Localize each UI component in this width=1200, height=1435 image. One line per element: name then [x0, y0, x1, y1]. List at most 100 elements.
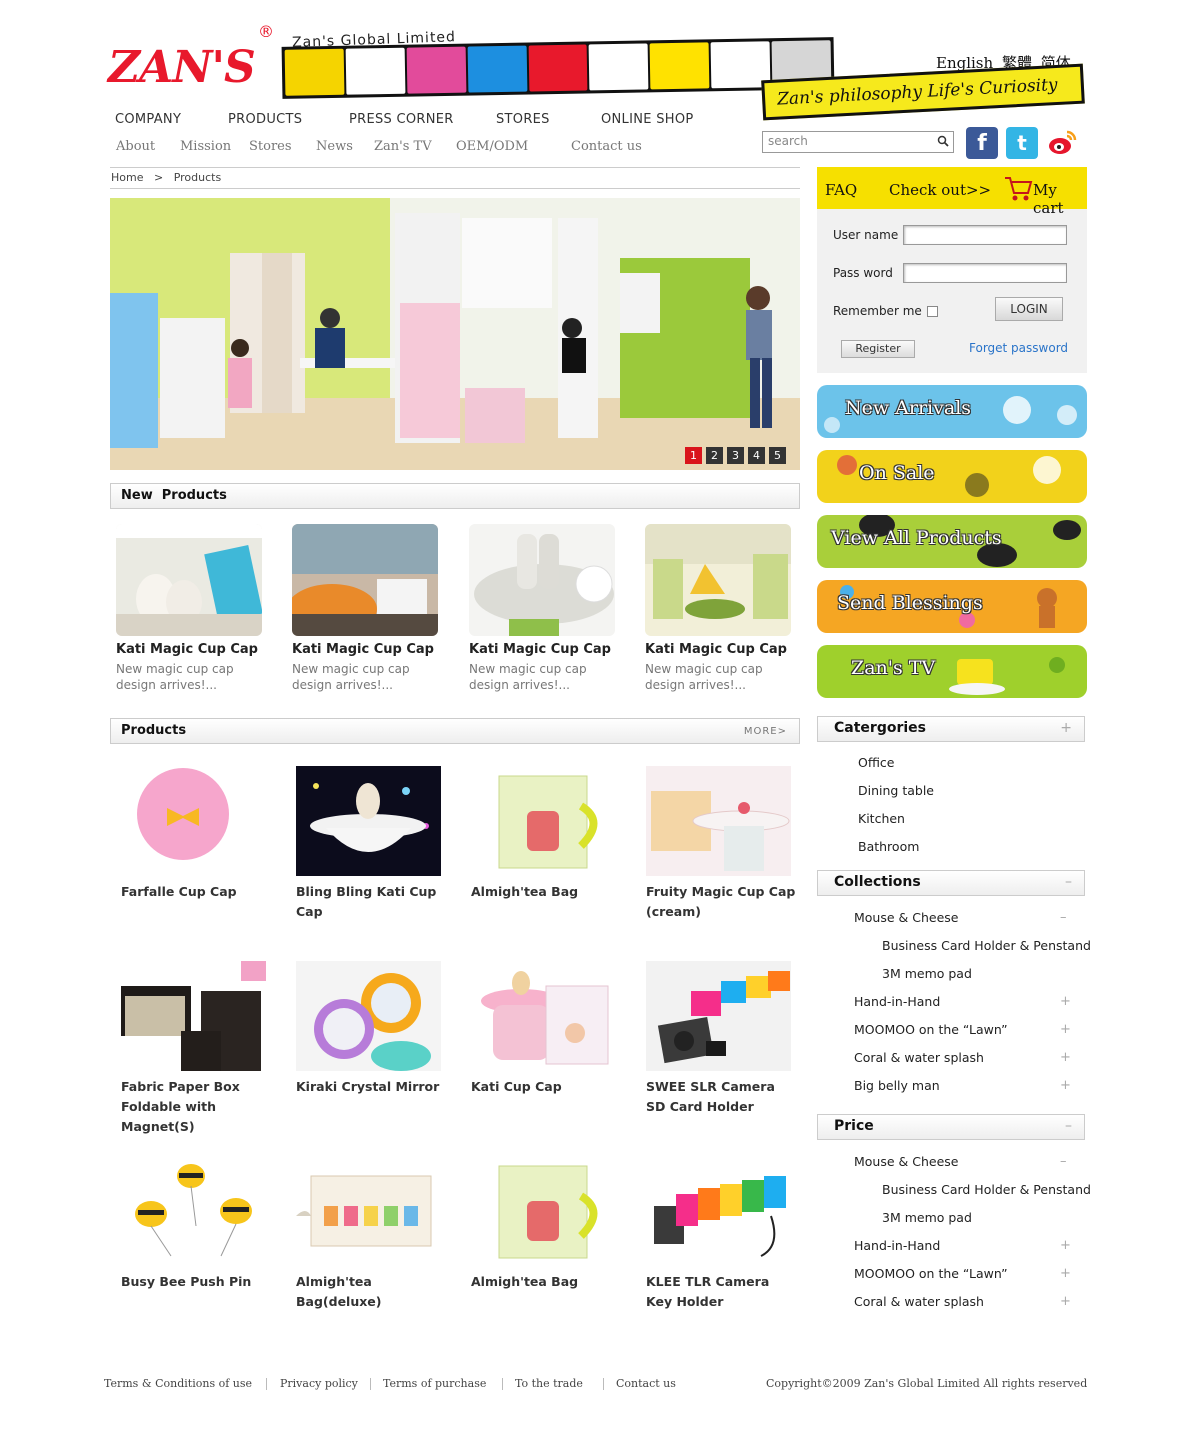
footer-contact-link[interactable]: Contact us — [616, 1377, 676, 1390]
product-card[interactable]: Kati Cup Cap — [471, 961, 621, 1097]
expand-icon[interactable]: + — [1060, 1022, 1071, 1037]
product-image[interactable] — [121, 766, 266, 876]
collection-item[interactable]: Big belly man — [854, 1078, 940, 1093]
username-field[interactable] — [903, 225, 1067, 245]
subnav-news[interactable]: News — [316, 139, 353, 154]
product-image[interactable] — [296, 961, 441, 1071]
product-title[interactable]: Almigh'tea Bag — [471, 1272, 621, 1292]
product-card[interactable]: SWEE SLR Camera SD Card Holder — [646, 961, 796, 1117]
category-item[interactable]: Office — [858, 755, 895, 770]
my-cart-link[interactable]: My cart — [1033, 181, 1087, 217]
new-product-card[interactable]: Kati Magic Cup Cap New magic cup cap des… — [645, 524, 793, 693]
product-title[interactable]: Kiraki Crystal Mirror — [296, 1077, 446, 1097]
slider-page-1[interactable]: 1 — [685, 447, 702, 464]
product-card[interactable]: Bling Bling Kati Cup Cap — [296, 766, 446, 922]
weibo-icon[interactable] — [1046, 127, 1078, 159]
promo-new-arrivals[interactable]: New Arrivals — [817, 385, 1087, 438]
collapse-icon[interactable]: – — [1060, 1154, 1067, 1169]
cart-icon[interactable] — [1003, 175, 1033, 203]
footer-purchase-link[interactable]: Terms of purchase — [383, 1377, 486, 1390]
subnav-mission[interactable]: Mission — [180, 139, 231, 154]
new-product-title[interactable]: Kati Magic Cup Cap — [116, 642, 264, 657]
collection-item[interactable]: MOOMOO on the “Lawn” — [854, 1022, 1008, 1037]
slider-page-4[interactable]: 4 — [748, 447, 765, 464]
footer-trade-link[interactable]: To the trade — [515, 1377, 583, 1390]
subnav-contact[interactable]: Contact us — [571, 139, 642, 154]
product-card[interactable]: Farfalle Cup Cap — [121, 766, 271, 902]
footer-terms-link[interactable]: Terms & Conditions of use — [104, 1377, 252, 1390]
expand-icon[interactable]: + — [1060, 1266, 1071, 1281]
nav-online-shop[interactable]: ONLINE SHOP — [601, 112, 694, 127]
product-title[interactable]: Almigh'tea Bag — [471, 882, 621, 902]
remember-checkbox[interactable] — [927, 306, 938, 317]
new-product-image[interactable] — [292, 524, 438, 636]
product-title[interactable]: KLEE TLR Camera Key Holder — [646, 1272, 796, 1312]
product-title[interactable]: SWEE SLR Camera SD Card Holder — [646, 1077, 796, 1117]
collections-header[interactable]: Collections – — [817, 870, 1085, 896]
slider-page-2[interactable]: 2 — [706, 447, 723, 464]
promo-on-sale[interactable]: On Sale — [817, 450, 1087, 503]
products-more-link[interactable]: MORE> — [744, 726, 787, 737]
categories-header[interactable]: Catergories + — [817, 716, 1085, 742]
product-image[interactable] — [646, 1156, 791, 1266]
price-item[interactable]: Mouse & Cheese — [854, 1154, 959, 1169]
search-icon[interactable] — [937, 135, 949, 147]
collection-item[interactable]: Coral & water splash — [854, 1050, 984, 1065]
collection-item[interactable]: Hand-in-Hand — [854, 994, 940, 1009]
faq-link[interactable]: FAQ — [825, 181, 857, 199]
nav-company[interactable]: COMPANY — [115, 112, 228, 127]
product-image[interactable] — [471, 1156, 616, 1266]
nav-products[interactable]: PRODUCTS — [228, 112, 349, 127]
subnav-about[interactable]: About — [116, 139, 155, 154]
promo-view-all-products[interactable]: View All Products — [817, 515, 1087, 568]
product-title[interactable]: Almigh'tea Bag(deluxe) — [296, 1272, 446, 1312]
price-header[interactable]: Price – — [817, 1114, 1085, 1140]
product-title[interactable]: Fruity Magic Cup Cap (cream) — [646, 882, 796, 922]
nav-press-corner[interactable]: PRESS CORNER — [349, 112, 496, 127]
product-image[interactable] — [646, 766, 791, 876]
new-product-card[interactable]: Kati Magic Cup Cap New magic cup cap des… — [469, 524, 617, 693]
footer-privacy-link[interactable]: Privacy policy — [280, 1377, 358, 1390]
expand-icon[interactable]: + — [1060, 994, 1071, 1009]
collection-subitem[interactable]: Business Card Holder & Penstand — [882, 938, 1091, 953]
product-card[interactable]: Fruity Magic Cup Cap (cream) — [646, 766, 796, 922]
price-item[interactable]: Coral & water splash — [854, 1294, 984, 1309]
product-card[interactable]: Almigh'tea Bag — [471, 766, 621, 902]
price-item[interactable]: Hand-in-Hand — [854, 1238, 940, 1253]
product-title[interactable]: Kati Cup Cap — [471, 1077, 621, 1097]
promo-zans-tv[interactable]: Zan's TV — [817, 645, 1087, 698]
nav-stores[interactable]: STORES — [496, 112, 601, 127]
product-image[interactable] — [121, 961, 266, 1071]
new-product-card[interactable]: Kati Magic Cup Cap New magic cup cap des… — [116, 524, 264, 693]
subnav-oem-odm[interactable]: OEM/ODM — [456, 139, 528, 154]
product-card[interactable]: Busy Bee Push Pin — [121, 1156, 271, 1292]
product-image[interactable] — [121, 1156, 266, 1266]
price-subitem[interactable]: Business Card Holder & Penstand — [882, 1182, 1091, 1197]
promo-send-blessings[interactable]: Send Blessings — [817, 580, 1087, 633]
collection-subitem[interactable]: 3M memo pad — [882, 966, 972, 981]
slider-page-5[interactable]: 5 — [769, 447, 786, 464]
new-product-image[interactable] — [116, 524, 262, 636]
new-product-title[interactable]: Kati Magic Cup Cap — [645, 642, 793, 657]
product-card[interactable]: Almigh'tea Bag — [471, 1156, 621, 1292]
expand-icon[interactable]: + — [1060, 1238, 1071, 1253]
product-title[interactable]: Fabric Paper Box Foldable with Magnet(S) — [121, 1077, 271, 1137]
product-card[interactable]: KLEE TLR Camera Key Holder — [646, 1156, 796, 1312]
categories-toggle-icon[interactable]: + — [1060, 720, 1072, 736]
checkout-link[interactable]: Check out>> — [889, 181, 991, 199]
brand-logo[interactable]: ZAN'S ® — [108, 22, 288, 100]
facebook-icon[interactable]: f — [966, 127, 998, 159]
subnav-stores[interactable]: Stores — [249, 139, 292, 154]
price-subitem[interactable]: 3M memo pad — [882, 1210, 972, 1225]
product-image[interactable] — [296, 766, 441, 876]
product-title[interactable]: Busy Bee Push Pin — [121, 1272, 271, 1292]
product-image[interactable] — [646, 961, 791, 1071]
product-image[interactable] — [471, 961, 616, 1071]
password-field[interactable] — [903, 263, 1067, 283]
product-title[interactable]: Farfalle Cup Cap — [121, 882, 271, 902]
new-product-image[interactable] — [645, 524, 791, 636]
product-card[interactable]: Kiraki Crystal Mirror — [296, 961, 446, 1097]
expand-icon[interactable]: + — [1060, 1078, 1071, 1093]
price-toggle-icon[interactable]: – — [1065, 1118, 1072, 1134]
new-product-title[interactable]: Kati Magic Cup Cap — [292, 642, 440, 657]
